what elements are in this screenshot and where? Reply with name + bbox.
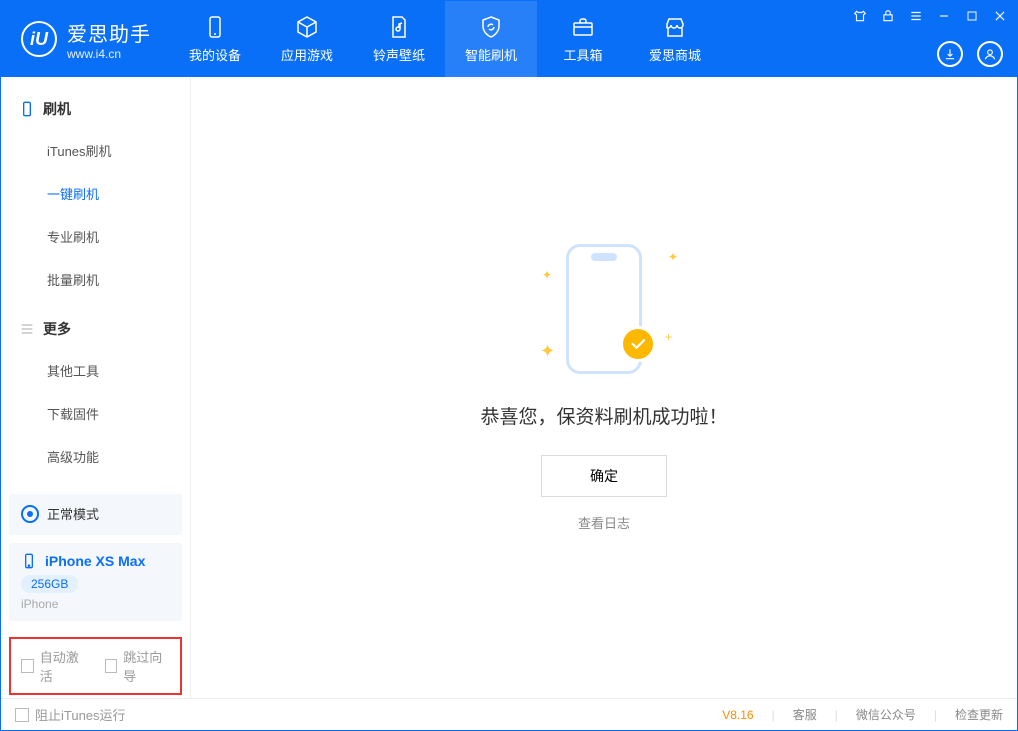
- status-bar: 阻止iTunes运行 V8.16 | 客服 | 微信公众号 | 检查更新: [1, 698, 1017, 730]
- sidebar-item-oneclick-flash[interactable]: 一键刷机: [1, 172, 190, 215]
- content-area: ✦ ✦ + ✦ 恭喜您，保资料刷机成功啦！ 确定 查看日志: [191, 77, 1017, 698]
- mode-panel[interactable]: 正常模式: [9, 494, 182, 535]
- checkbox-auto-activate[interactable]: 自动激活: [21, 647, 87, 685]
- minimize-button[interactable]: [935, 7, 953, 25]
- device-name: iPhone XS Max: [45, 553, 145, 569]
- tshirt-icon[interactable]: [851, 7, 869, 25]
- sparkle-icon: ✦: [668, 250, 678, 264]
- mode-label: 正常模式: [47, 504, 99, 523]
- device-type: iPhone: [21, 597, 170, 611]
- logo: iU 爱思助手 www.i4.cn: [1, 18, 169, 61]
- sparkle-icon: +: [665, 330, 672, 344]
- checkbox-box-icon: [21, 659, 34, 673]
- sidebar-item-batch-flash[interactable]: 批量刷机: [1, 258, 190, 301]
- device-phone-icon: [21, 553, 37, 569]
- checkbox-block-itunes[interactable]: 阻止iTunes运行: [15, 705, 126, 724]
- nav-ringtone-wallpaper[interactable]: 铃声壁纸: [353, 1, 445, 77]
- shield-refresh-icon: [479, 15, 503, 39]
- sidebar-section-more: 更多 其他工具 下载固件 高级功能: [1, 309, 190, 486]
- toolbox-icon: [571, 15, 595, 39]
- lock-icon[interactable]: [879, 7, 897, 25]
- sidebar: 刷机 iTunes刷机 一键刷机 专业刷机 批量刷机 更多 其他工具 下载固件 …: [1, 77, 191, 698]
- body: 刷机 iTunes刷机 一键刷机 专业刷机 批量刷机 更多 其他工具 下载固件 …: [1, 77, 1017, 698]
- phone-icon: [203, 15, 227, 39]
- checkbox-box-icon: [105, 659, 118, 673]
- nav-store[interactable]: 爱思商城: [629, 1, 721, 77]
- sidebar-item-advanced[interactable]: 高级功能: [1, 435, 190, 478]
- mode-dot-icon: [21, 505, 39, 523]
- version-label: V8.16: [722, 708, 753, 722]
- logo-icon: iU: [21, 21, 57, 57]
- music-file-icon: [387, 15, 411, 39]
- ok-button[interactable]: 确定: [541, 455, 667, 497]
- window-controls: [851, 7, 1009, 25]
- cube-icon: [295, 15, 319, 39]
- close-button[interactable]: [991, 7, 1009, 25]
- sidebar-section-flash: 刷机 iTunes刷机 一键刷机 专业刷机 批量刷机: [1, 89, 190, 309]
- device-storage-badge: 256GB: [21, 575, 78, 593]
- device-panel[interactable]: iPhone XS Max 256GB iPhone: [9, 543, 182, 621]
- header: iU 爱思助手 www.i4.cn 我的设备 应用游戏 铃声壁纸 智能刷机: [1, 1, 1017, 77]
- status-link-wechat[interactable]: 微信公众号: [856, 706, 916, 723]
- nav-my-device[interactable]: 我的设备: [169, 1, 261, 77]
- success-message: 恭喜您，保资料刷机成功啦！: [480, 402, 727, 429]
- header-right-icons: [937, 41, 1003, 67]
- nav-apps-games[interactable]: 应用游戏: [261, 1, 353, 77]
- store-icon: [663, 15, 687, 39]
- menu-icon[interactable]: [907, 7, 925, 25]
- sidebar-head-more: 更多: [1, 309, 190, 349]
- sidebar-item-other-tools[interactable]: 其他工具: [1, 349, 190, 392]
- status-link-support[interactable]: 客服: [793, 706, 817, 723]
- status-link-update[interactable]: 检查更新: [955, 706, 1003, 723]
- sidebar-item-pro-flash[interactable]: 专业刷机: [1, 215, 190, 258]
- download-icon[interactable]: [937, 41, 963, 67]
- checkbox-skip-guide[interactable]: 跳过向导: [105, 647, 171, 685]
- checkbox-box-icon: [15, 708, 29, 722]
- success-illustration: ✦ ✦ + ✦: [566, 244, 642, 374]
- highlighted-checkbox-row: 自动激活 跳过向导: [9, 637, 182, 695]
- maximize-button[interactable]: [963, 7, 981, 25]
- sparkle-icon: ✦: [542, 268, 552, 282]
- app-window: iU 爱思助手 www.i4.cn 我的设备 应用游戏 铃声壁纸 智能刷机: [0, 0, 1018, 731]
- sidebar-head-flash: 刷机: [1, 89, 190, 129]
- user-icon[interactable]: [977, 41, 1003, 67]
- sparkle-icon: ✦: [540, 341, 555, 362]
- top-nav: 我的设备 应用游戏 铃声壁纸 智能刷机 工具箱 爱思商城: [169, 1, 721, 77]
- nav-smart-flash[interactable]: 智能刷机: [445, 1, 537, 77]
- phone-small-icon: [19, 101, 35, 117]
- app-title: 爱思助手: [67, 18, 151, 47]
- nav-toolbox[interactable]: 工具箱: [537, 1, 629, 77]
- view-log-link[interactable]: 查看日志: [578, 513, 630, 532]
- app-site: www.i4.cn: [67, 47, 151, 61]
- sidebar-item-itunes-flash[interactable]: iTunes刷机: [1, 129, 190, 172]
- success-check-icon: [620, 326, 656, 362]
- list-icon: [19, 321, 35, 337]
- sidebar-item-download-firmware[interactable]: 下载固件: [1, 392, 190, 435]
